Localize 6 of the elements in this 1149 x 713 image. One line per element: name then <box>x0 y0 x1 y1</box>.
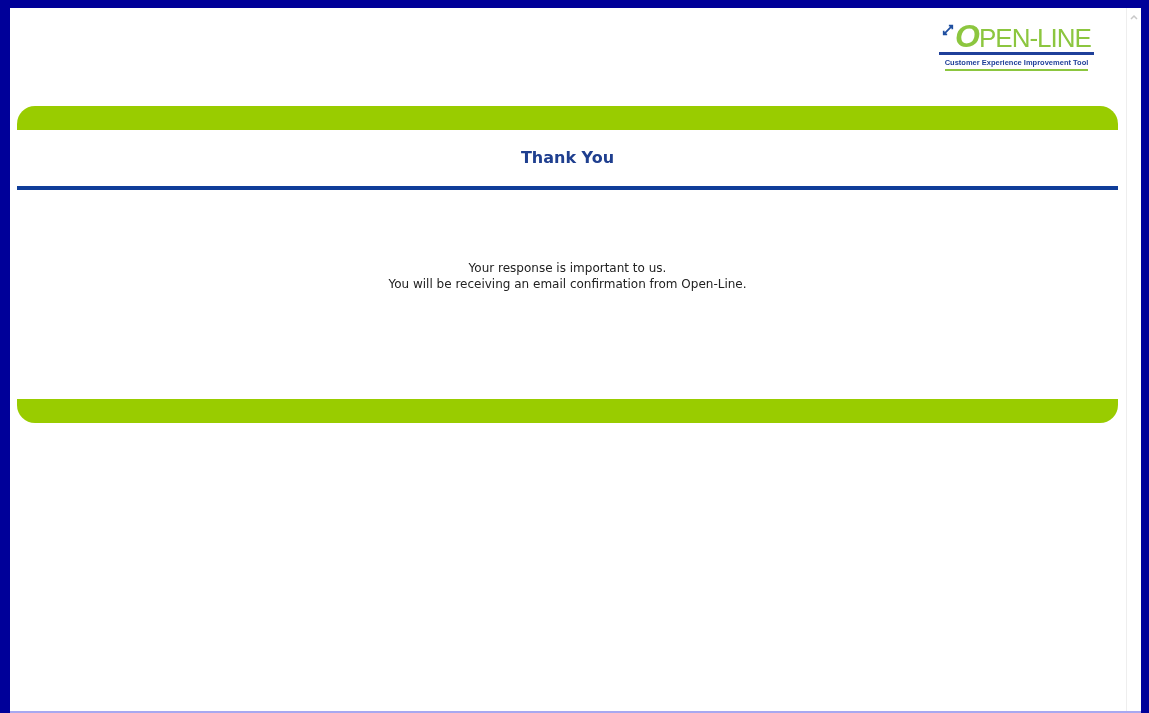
scroll-up-icon[interactable] <box>1128 12 1140 22</box>
double-arrow-icon <box>942 24 955 36</box>
message-line: Your response is important to us. <box>467 260 668 276</box>
message-line: You will be receiving an email confirmation from Open-Line. <box>387 276 748 292</box>
logo-name: OPEN-LINE <box>955 22 1091 52</box>
page-title: Thank You <box>17 130 1118 190</box>
